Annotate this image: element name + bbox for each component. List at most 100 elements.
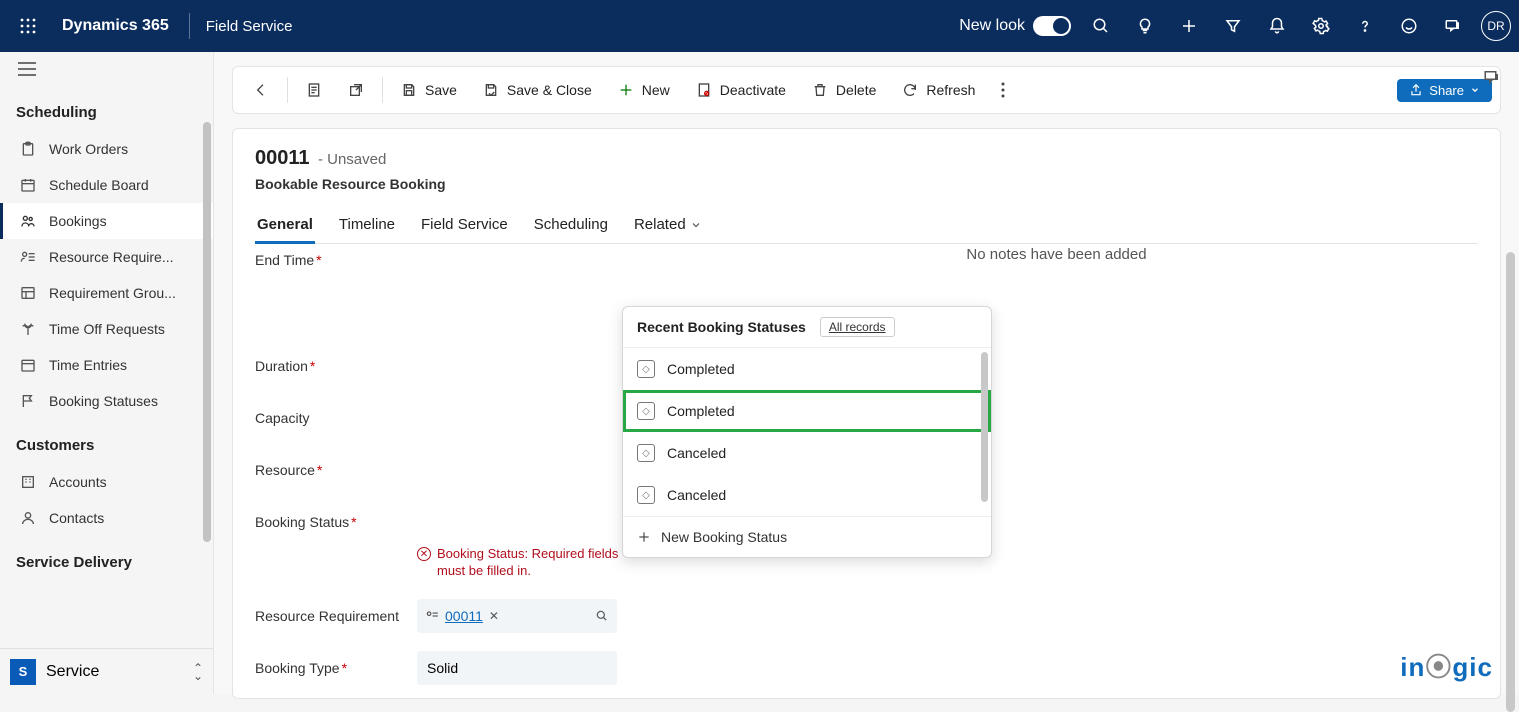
nav-schedule-board[interactable]: Schedule Board	[0, 167, 213, 203]
nav-bookings[interactable]: Bookings	[0, 203, 213, 239]
app-name[interactable]: Field Service	[196, 18, 303, 35]
tab-general[interactable]: General	[255, 210, 315, 243]
nav-work-orders[interactable]: Work Orders	[0, 131, 213, 167]
nav-label: Time Entries	[49, 357, 127, 373]
booking-status-error: ✕ Booking Status: Required fields must b…	[417, 546, 627, 580]
global-topbar: Dynamics 365 Field Service New look DR	[0, 0, 1519, 52]
label-resource-requirement: Resource Requirement	[255, 608, 417, 624]
flyout-list: ◇Completed ◇Completed ◇Canceled ◇Cancele…	[623, 348, 991, 516]
settings-icon[interactable]	[1299, 4, 1343, 48]
nav-resource-requirements[interactable]: Resource Require...	[0, 239, 213, 275]
new-button[interactable]: New	[606, 76, 682, 104]
booking-status-flyout: Recent Booking Statuses All records ◇Com…	[622, 306, 992, 558]
more-commands-button[interactable]	[989, 76, 1017, 104]
new-booking-status-button[interactable]: New Booking Status	[623, 516, 991, 557]
nav-label: Accounts	[49, 474, 107, 490]
record-tabs: General Timeline Field Service Schedulin…	[255, 210, 1478, 244]
area-label: Service	[46, 663, 99, 681]
flyout-scrollbar[interactable]	[981, 352, 988, 502]
delete-button[interactable]: Delete	[800, 76, 888, 104]
all-records-link[interactable]: All records	[820, 317, 895, 337]
label-capacity: Capacity	[255, 410, 417, 426]
form-column: End Time* Duration* Capacity Resource* B…	[255, 244, 635, 698]
calendar-icon	[19, 356, 37, 374]
flyout-option-highlighted[interactable]: ◇Completed	[623, 390, 991, 432]
area-badge: S	[10, 659, 36, 685]
label-booking-status: Booking Status*	[255, 514, 417, 530]
feedback-icon[interactable]	[1387, 4, 1431, 48]
side-panel-icon[interactable]	[1483, 68, 1501, 86]
bell-icon[interactable]	[1255, 4, 1299, 48]
record-title: 00011	[255, 147, 310, 169]
chevron-updown-icon: ⌃⌄	[193, 664, 203, 680]
nav-requirement-groups[interactable]: Requirement Grou...	[0, 275, 213, 311]
flyout-option[interactable]: ◇Canceled	[623, 474, 991, 516]
search-icon[interactable]	[595, 609, 609, 623]
clipboard-icon	[19, 140, 37, 158]
nav-booking-statuses[interactable]: Booking Statuses	[0, 383, 213, 419]
chat-icon[interactable]	[1431, 4, 1475, 48]
resource-requirement-lookup[interactable]: 00011 ✕	[417, 599, 617, 633]
form-selector-button[interactable]	[294, 76, 334, 104]
nav-label: Resource Require...	[49, 249, 174, 265]
help-icon[interactable]	[1343, 4, 1387, 48]
person-list-icon	[425, 609, 439, 623]
status-icon: ◇	[637, 360, 655, 378]
back-button[interactable]	[241, 76, 281, 104]
open-new-window-button[interactable]	[336, 76, 376, 104]
sidebar-scrollbar[interactable]	[203, 122, 211, 542]
person-list-icon	[19, 248, 37, 266]
nav-label: Time Off Requests	[49, 321, 165, 337]
search-icon[interactable]	[1079, 4, 1123, 48]
tab-scheduling[interactable]: Scheduling	[532, 210, 610, 243]
clear-lookup-icon[interactable]: ✕	[489, 609, 499, 623]
product-brand[interactable]: Dynamics 365	[48, 17, 183, 35]
deactivate-button[interactable]: Deactivate	[684, 76, 798, 104]
error-icon: ✕	[417, 547, 431, 561]
lightbulb-icon[interactable]	[1123, 4, 1167, 48]
nav-label: Bookings	[49, 213, 107, 229]
nav-label: Booking Statuses	[49, 393, 158, 409]
tab-related[interactable]: Related	[632, 210, 704, 243]
add-icon[interactable]	[1167, 4, 1211, 48]
tab-timeline[interactable]: Timeline	[337, 210, 397, 243]
label-duration: Duration*	[255, 358, 417, 374]
flyout-title: Recent Booking Statuses	[637, 319, 806, 335]
nav-contacts[interactable]: Contacts	[0, 500, 213, 536]
nav-label: Work Orders	[49, 141, 128, 157]
nav-section-customers: Customers	[0, 419, 213, 464]
palm-icon	[19, 320, 37, 338]
save-close-button[interactable]: Save & Close	[471, 76, 604, 104]
left-nav: Scheduling Work Orders Schedule Board Bo…	[0, 52, 214, 694]
nav-label: Schedule Board	[49, 177, 149, 193]
entity-name: Bookable Resource Booking	[255, 176, 1478, 192]
status-icon: ◇	[637, 402, 655, 420]
label-booking-type: Booking Type*	[255, 660, 417, 676]
people-icon	[19, 212, 37, 230]
main-area: Save Save & Close New Deactivate Delete …	[214, 52, 1519, 694]
nav-collapse-button[interactable]	[0, 52, 213, 86]
new-look-label: New look	[959, 17, 1025, 35]
refresh-button[interactable]: Refresh	[890, 76, 987, 104]
nav-section-service-delivery: Service Delivery	[0, 536, 213, 581]
flyout-option[interactable]: ◇Canceled	[623, 432, 991, 474]
app-launcher-button[interactable]	[8, 6, 48, 46]
user-avatar[interactable]: DR	[1481, 11, 1511, 41]
nav-time-entries[interactable]: Time Entries	[0, 347, 213, 383]
nav-time-off[interactable]: Time Off Requests	[0, 311, 213, 347]
area-switcher[interactable]: S Service ⌃⌄	[0, 648, 213, 694]
filter-icon[interactable]	[1211, 4, 1255, 48]
new-look-toggle-group: New look	[959, 16, 1071, 36]
share-button[interactable]: Share	[1397, 79, 1492, 102]
lookup-value-link[interactable]: 00011	[445, 608, 483, 624]
save-button[interactable]: Save	[389, 76, 469, 104]
nav-accounts[interactable]: Accounts	[0, 464, 213, 500]
main-scrollbar[interactable]	[1506, 252, 1515, 712]
booking-type-value[interactable]: Solid	[417, 651, 617, 685]
nav-label: Requirement Grou...	[49, 285, 176, 301]
new-look-toggle[interactable]	[1033, 16, 1071, 36]
flyout-option[interactable]: ◇Completed	[623, 348, 991, 390]
flag-icon	[19, 392, 37, 410]
nav-section-scheduling: Scheduling	[0, 86, 213, 131]
tab-field-service[interactable]: Field Service	[419, 210, 510, 243]
